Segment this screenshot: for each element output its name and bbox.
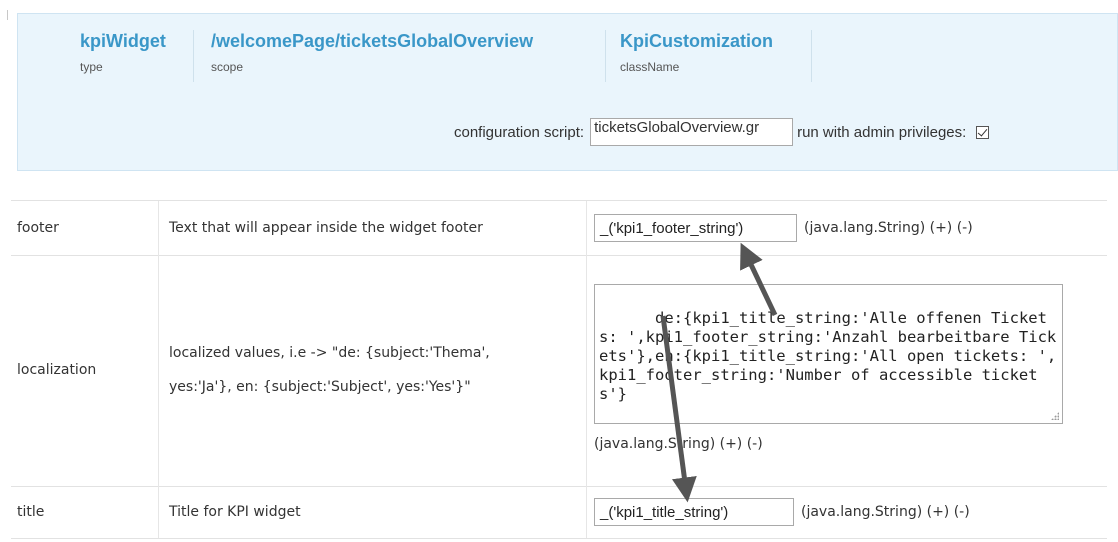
meta-classname-label: className	[620, 60, 680, 74]
property-value-cell: _('kpi1_title_string') (java.lang.String…	[587, 486, 1107, 538]
property-row-footer: footer Text that will appear inside the …	[11, 200, 1107, 256]
widget-header-panel: kpiWidget type /welcomePage/ticketsGloba…	[17, 13, 1118, 171]
property-row-localization: localization localized values, i.e -> "d…	[11, 254, 1107, 487]
meta-scope: /welcomePage/ticketsGlobalOverview scope	[194, 30, 606, 82]
property-name: footer	[11, 201, 159, 255]
property-description: localized values, i.e -> "de: {subject:'…	[159, 254, 587, 486]
resize-grip-icon[interactable]	[1051, 412, 1059, 420]
property-description: Text that will appear inside the widget …	[159, 201, 587, 255]
footer-value-input[interactable]: _('kpi1_footer_string')	[594, 214, 797, 242]
title-value-input[interactable]: _('kpi1_title_string')	[594, 498, 794, 526]
property-row-title: title Title for KPI widget _('kpi1_title…	[11, 486, 1107, 539]
property-name: localization	[11, 254, 159, 486]
admin-privileges-checkbox-checked-icon[interactable]	[976, 125, 990, 139]
meta-type: kpiWidget type	[18, 30, 194, 82]
property-value-cell: de:{kpi1_title_string:'Alle offenen Tick…	[587, 254, 1107, 486]
localization-type-hint[interactable]: (java.lang.String) (+) (-)	[594, 436, 763, 452]
meta-scope-value: /welcomePage/ticketsGlobalOverview	[211, 31, 534, 51]
description-line-1: localized values, i.e -> "de: {subject:'…	[169, 345, 490, 361]
localization-textarea[interactable]: de:{kpi1_title_string:'Alle offenen Tick…	[594, 284, 1063, 424]
title-type-hint[interactable]: (java.lang.String) (+) (-)	[801, 504, 970, 520]
localization-text: de:{kpi1_title_string:'Alle offenen Tick…	[599, 309, 1057, 403]
footer-type-hint[interactable]: (java.lang.String) (+) (-)	[804, 220, 973, 236]
meta-classname: KpiCustomization className	[606, 30, 812, 82]
meta-type-value: kpiWidget	[80, 31, 166, 51]
property-name: title	[11, 486, 159, 538]
left-edge-marker	[7, 10, 8, 20]
meta-classname-value: KpiCustomization	[620, 31, 773, 51]
config-row: configuration script: ticketsGlobalOverv…	[454, 117, 990, 147]
property-description: Title for KPI widget	[159, 486, 587, 538]
meta-scope-label: scope	[211, 60, 244, 74]
config-script-input[interactable]: ticketsGlobalOverview.gr	[590, 118, 794, 146]
description-line-2: yes:'Ja'}, en: {subject:'Subject', yes:'…	[169, 379, 471, 395]
property-value-cell: _('kpi1_footer_string') (java.lang.Strin…	[587, 201, 1107, 255]
meta-type-label: type	[80, 60, 103, 74]
config-script-label: configuration script:	[454, 123, 585, 141]
admin-privileges-label: run with admin privileges:	[797, 123, 967, 141]
